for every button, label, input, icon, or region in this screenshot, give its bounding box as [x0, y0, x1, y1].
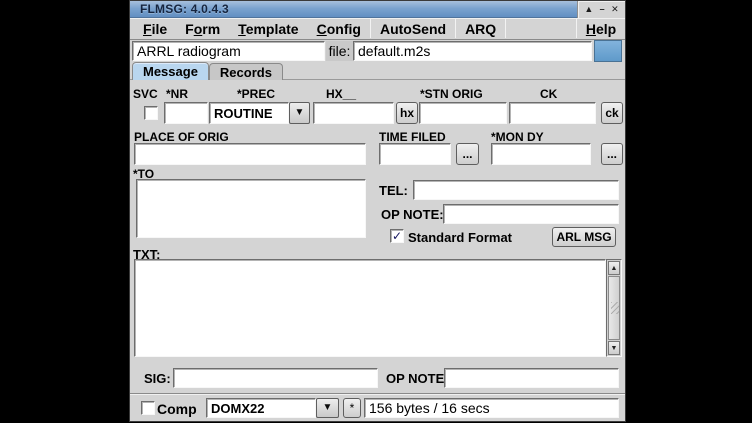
- status-output: 156 bytes / 16 secs: [364, 398, 619, 418]
- mon-dy-input[interactable]: [491, 143, 591, 165]
- hx-input[interactable]: [313, 102, 394, 124]
- file-label: file:: [326, 41, 353, 61]
- tab-message[interactable]: Message: [132, 62, 209, 80]
- close-icon[interactable]: ✕: [611, 5, 619, 14]
- place-of-orig-label: PLACE OF ORIG: [134, 130, 229, 144]
- tel-input[interactable]: [413, 180, 619, 200]
- title-bar-blue[interactable]: FLMSG: 4.0.4.3: [130, 1, 577, 18]
- sig-input[interactable]: [173, 368, 378, 388]
- place-of-orig-input[interactable]: [134, 143, 366, 165]
- txt-textarea[interactable]: [134, 259, 606, 357]
- txt-scrollbar[interactable]: ▲ ▼: [606, 259, 622, 357]
- chevron-down-icon: ▼: [295, 108, 305, 118]
- scroll-down-icon: ▼: [611, 345, 618, 352]
- ck-label: CK: [540, 87, 557, 101]
- scrollbar-grip: [611, 302, 619, 314]
- comp-checkbox[interactable]: [141, 401, 155, 415]
- to-textarea[interactable]: [136, 179, 366, 238]
- stn-orig-input[interactable]: [419, 102, 507, 124]
- header-row: ARRL radiogram file: default.m2s: [130, 40, 625, 62]
- shade-icon[interactable]: ▲: [584, 5, 593, 14]
- op-note-top-input[interactable]: [443, 204, 619, 224]
- prec-combo-value[interactable]: [209, 102, 289, 124]
- standard-format-check-glyph: ✓: [392, 230, 402, 242]
- svc-checkbox[interactable]: [144, 106, 158, 120]
- menu-help[interactable]: Help: [577, 18, 625, 39]
- op-note-top-label: OP NOTE:: [381, 207, 444, 222]
- tab-records[interactable]: Records: [209, 63, 283, 80]
- time-filed-browse-button[interactable]: ...: [456, 143, 479, 165]
- flmsg-window: FLMSG: 4.0.4.3 ▲ – ✕ File Form Template …: [129, 0, 626, 422]
- stn-orig-label: *STN ORIG: [420, 87, 483, 101]
- window-controls: ▲ – ✕: [577, 1, 625, 18]
- op-note-bottom-input[interactable]: [444, 368, 619, 388]
- tel-label: TEL:: [379, 183, 408, 198]
- scroll-down-button[interactable]: ▼: [608, 341, 620, 355]
- file-name-output: default.m2s: [353, 41, 592, 61]
- header-blue-button[interactable]: [594, 40, 622, 62]
- menu-spacer: [506, 18, 576, 39]
- op-note-bottom-label: OP NOTE:: [386, 371, 449, 386]
- modem-star-button[interactable]: *: [343, 398, 361, 418]
- tab-bar: Message Records: [130, 62, 625, 80]
- comp-label: Comp: [157, 401, 197, 417]
- prec-label: *PREC: [237, 87, 275, 101]
- menu-template[interactable]: Template: [229, 18, 307, 39]
- menu-form[interactable]: Form: [176, 18, 229, 39]
- menu-config[interactable]: Config: [308, 18, 370, 39]
- minimize-icon[interactable]: –: [600, 5, 605, 14]
- ck-button[interactable]: ck: [601, 102, 623, 124]
- arl-msg-button[interactable]: ARL MSG: [552, 227, 616, 247]
- message-form: SVC *NR *PREC HX__ *STN ORIG CK ▼ hx ck …: [130, 80, 625, 393]
- nr-input[interactable]: [164, 102, 208, 124]
- nr-label: *NR: [166, 87, 188, 101]
- time-filed-label: TIME FILED: [379, 130, 446, 144]
- chevron-down-icon: ▼: [323, 403, 333, 413]
- mon-dy-browse-button[interactable]: ...: [601, 143, 623, 165]
- title-bar: FLMSG: 4.0.4.3 ▲ – ✕: [130, 1, 625, 18]
- bottom-bar: Comp ▼ * 156 bytes / 16 secs: [130, 393, 625, 421]
- hx-label: HX__: [326, 87, 356, 101]
- hx-button[interactable]: hx: [396, 102, 418, 124]
- sig-label: SIG:: [144, 371, 171, 386]
- prec-dropdown-button[interactable]: ▼: [289, 102, 310, 124]
- form-name-output: ARRL radiogram: [132, 41, 325, 61]
- modem-dropdown-button[interactable]: ▼: [316, 398, 339, 418]
- scrollbar-thumb[interactable]: [608, 276, 620, 340]
- svc-label: SVC: [133, 87, 158, 101]
- ck-input[interactable]: [509, 102, 596, 124]
- window-title: FLMSG: 4.0.4.3: [140, 2, 229, 16]
- menu-file[interactable]: File: [134, 18, 176, 39]
- menu-bar: File Form Template Config AutoSend ARQ H…: [130, 18, 625, 40]
- standard-format-label: Standard Format: [408, 230, 512, 245]
- menu-autosend[interactable]: AutoSend: [371, 18, 455, 39]
- scroll-up-icon: ▲: [611, 265, 618, 272]
- mon-dy-label: *MON DY: [491, 130, 544, 144]
- modem-combo-value[interactable]: [206, 398, 316, 418]
- menu-arq[interactable]: ARQ: [456, 18, 505, 39]
- time-filed-input[interactable]: [379, 143, 451, 165]
- scroll-up-button[interactable]: ▲: [608, 261, 620, 275]
- standard-format-checkbox[interactable]: ✓: [390, 229, 404, 243]
